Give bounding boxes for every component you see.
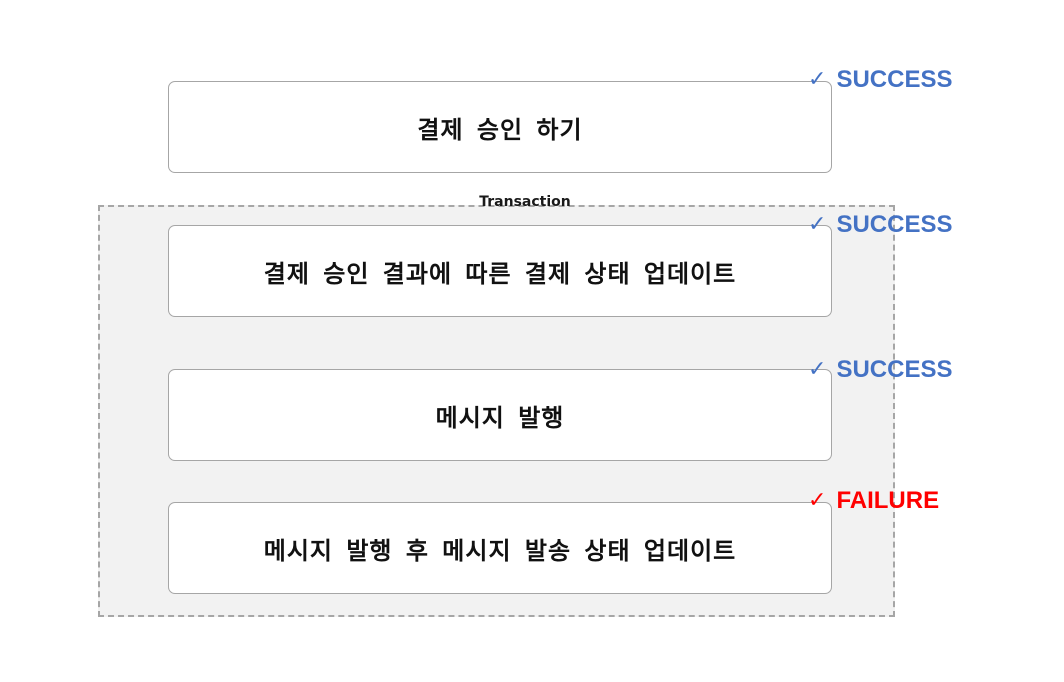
step-label: 결제 승인 하기 [417, 115, 583, 144]
step-label: 메시지 발행 [435, 403, 565, 432]
step-update-payment-status: 결제 승인 결과에 따른 결제 상태 업데이트 [168, 225, 832, 317]
status-step-1: ✓ SUCCESS [808, 65, 952, 95]
check-icon: ✓ [808, 212, 827, 237]
status-step-4: ✓ FAILURE [808, 486, 939, 516]
step-publish-message: 메시지 발행 [168, 369, 832, 461]
status-text: SUCCESS [836, 211, 953, 238]
status-text: FAILURE [836, 487, 940, 514]
transaction-label: Transaction [479, 194, 571, 210]
step-label: 메시지 발행 후 메시지 발송 상태 업데이트 [263, 536, 737, 565]
step-label: 결제 승인 결과에 따른 결제 상태 업데이트 [263, 259, 737, 288]
status-step-3: ✓ SUCCESS [808, 355, 952, 385]
status-step-2: ✓ SUCCESS [808, 210, 952, 240]
status-text: SUCCESS [836, 66, 953, 93]
check-icon: ✓ [808, 488, 827, 513]
step-approve-payment: 결제 승인 하기 [168, 81, 832, 173]
step-update-message-status: 메시지 발행 후 메시지 발송 상태 업데이트 [168, 502, 832, 594]
status-text: SUCCESS [836, 356, 953, 383]
check-icon: ✓ [808, 357, 827, 382]
check-icon: ✓ [808, 67, 827, 92]
